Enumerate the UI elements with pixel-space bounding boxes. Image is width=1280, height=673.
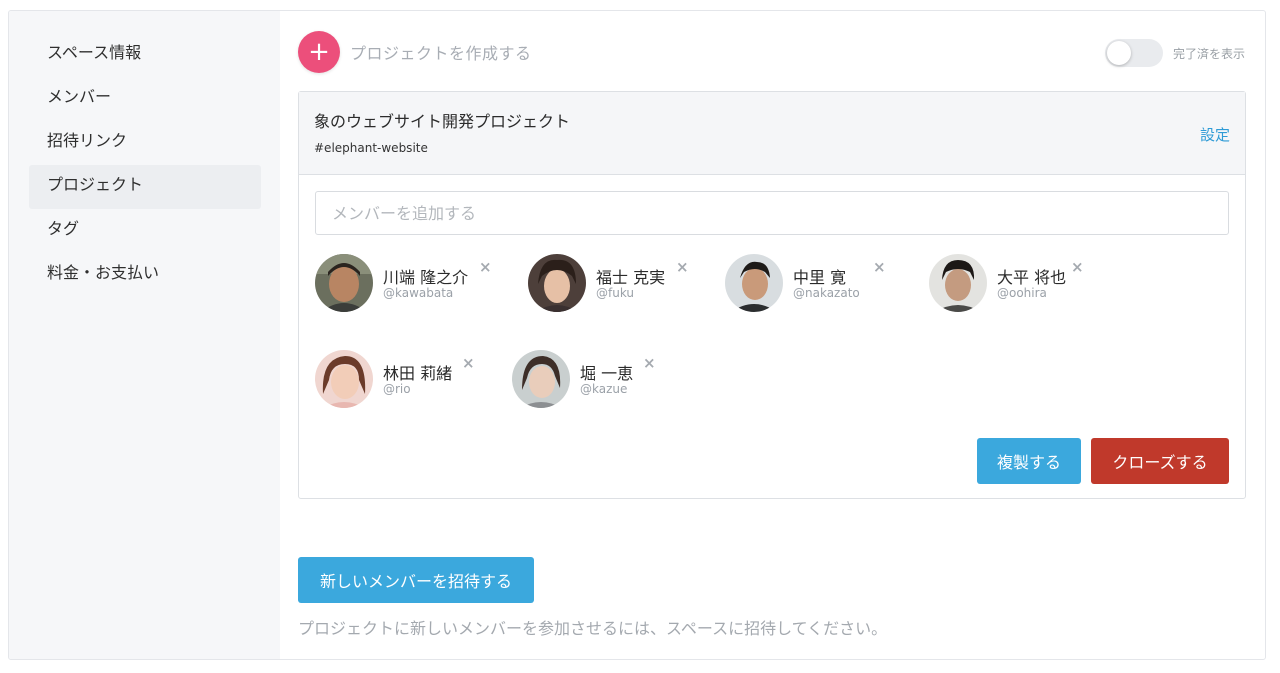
- member-chip: 福士 克実 @fuku ×: [528, 254, 698, 314]
- member-handle: @nakazato: [793, 286, 860, 300]
- member-name: 福士 克実: [596, 268, 666, 287]
- remove-member-icon[interactable]: ×: [1071, 258, 1084, 276]
- member-avatar: [528, 254, 586, 312]
- project-settings-link[interactable]: 設定: [1200, 124, 1230, 145]
- sidebar-item-tags[interactable]: タグ: [29, 209, 261, 253]
- member-name: 大平 将也: [997, 268, 1067, 287]
- member-name: 中里 寛: [793, 268, 847, 287]
- remove-member-icon[interactable]: ×: [479, 258, 492, 276]
- create-project-row[interactable]: + プロジェクトを作成する: [298, 31, 532, 73]
- project-title: 象のウェブサイト開発プロジェクト: [314, 112, 571, 131]
- project-card: 象のウェブサイト開発プロジェクト #elephant-website 設定 川端: [298, 91, 1246, 499]
- member-handle: @rio: [383, 382, 411, 396]
- member-name: 川端 隆之介: [383, 268, 469, 287]
- member-handle: @kawabata: [383, 286, 454, 300]
- invite-note: プロジェクトに新しいメンバーを参加させるには、スペースに招待してください。: [298, 619, 888, 638]
- member-name: 林田 莉緒: [383, 364, 453, 383]
- member-avatar: [512, 350, 570, 408]
- show-completed-control: 完了済を表示: [1104, 39, 1245, 67]
- show-completed-label: 完了済を表示: [1172, 46, 1245, 61]
- project-slug: #elephant-website: [314, 141, 428, 155]
- member-chip: 川端 隆之介 @kawabata ×: [315, 254, 495, 314]
- remove-member-icon[interactable]: ×: [873, 258, 886, 276]
- sidebar-item-invite-link[interactable]: 招待リンク: [29, 121, 261, 165]
- duplicate-button[interactable]: 複製する: [977, 438, 1081, 484]
- member-chip: 林田 莉緒 @rio ×: [315, 350, 495, 410]
- sidebar-item-members[interactable]: メンバー: [29, 77, 261, 121]
- project-card-header: 象のウェブサイト開発プロジェクト #elephant-website 設定: [299, 92, 1245, 175]
- sidebar-item-projects[interactable]: プロジェクト: [29, 165, 261, 209]
- plus-icon[interactable]: +: [298, 31, 340, 73]
- sidebar-item-billing[interactable]: 料金・お支払い: [29, 253, 261, 297]
- sidebar: スペース情報 メンバー 招待リンク プロジェクト タグ 料金・お支払い: [9, 11, 280, 659]
- show-completed-toggle[interactable]: [1104, 39, 1163, 67]
- add-member-input[interactable]: [315, 191, 1229, 235]
- remove-member-icon[interactable]: ×: [676, 258, 689, 276]
- app-frame: スペース情報 メンバー 招待リンク プロジェクト タグ 料金・お支払い + プロ…: [8, 10, 1266, 660]
- member-avatar: [725, 254, 783, 312]
- main-content: + プロジェクトを作成する 完了済を表示 象のウェブサイト開発プロジェクト #e…: [280, 11, 1265, 659]
- create-project-label[interactable]: プロジェクトを作成する: [350, 40, 532, 64]
- member-avatar: [929, 254, 987, 312]
- member-chip: 堀 一恵 @kazue ×: [512, 350, 682, 410]
- sidebar-item-space-info[interactable]: スペース情報: [29, 33, 261, 77]
- member-chip: 中里 寛 @nakazato ×: [725, 254, 900, 314]
- member-handle: @kazue: [580, 382, 628, 396]
- remove-member-icon[interactable]: ×: [643, 354, 656, 372]
- member-handle: @oohira: [997, 286, 1047, 300]
- close-project-button[interactable]: クローズする: [1091, 438, 1229, 484]
- toggle-knob: [1106, 41, 1131, 65]
- member-avatar: [315, 350, 373, 408]
- member-avatar: [315, 254, 373, 312]
- member-chip: 大平 将也 @oohira ×: [929, 254, 1099, 314]
- remove-member-icon[interactable]: ×: [462, 354, 475, 372]
- member-name: 堀 一恵: [580, 364, 634, 383]
- member-handle: @fuku: [596, 286, 635, 300]
- invite-member-button[interactable]: 新しいメンバーを招待する: [298, 557, 534, 603]
